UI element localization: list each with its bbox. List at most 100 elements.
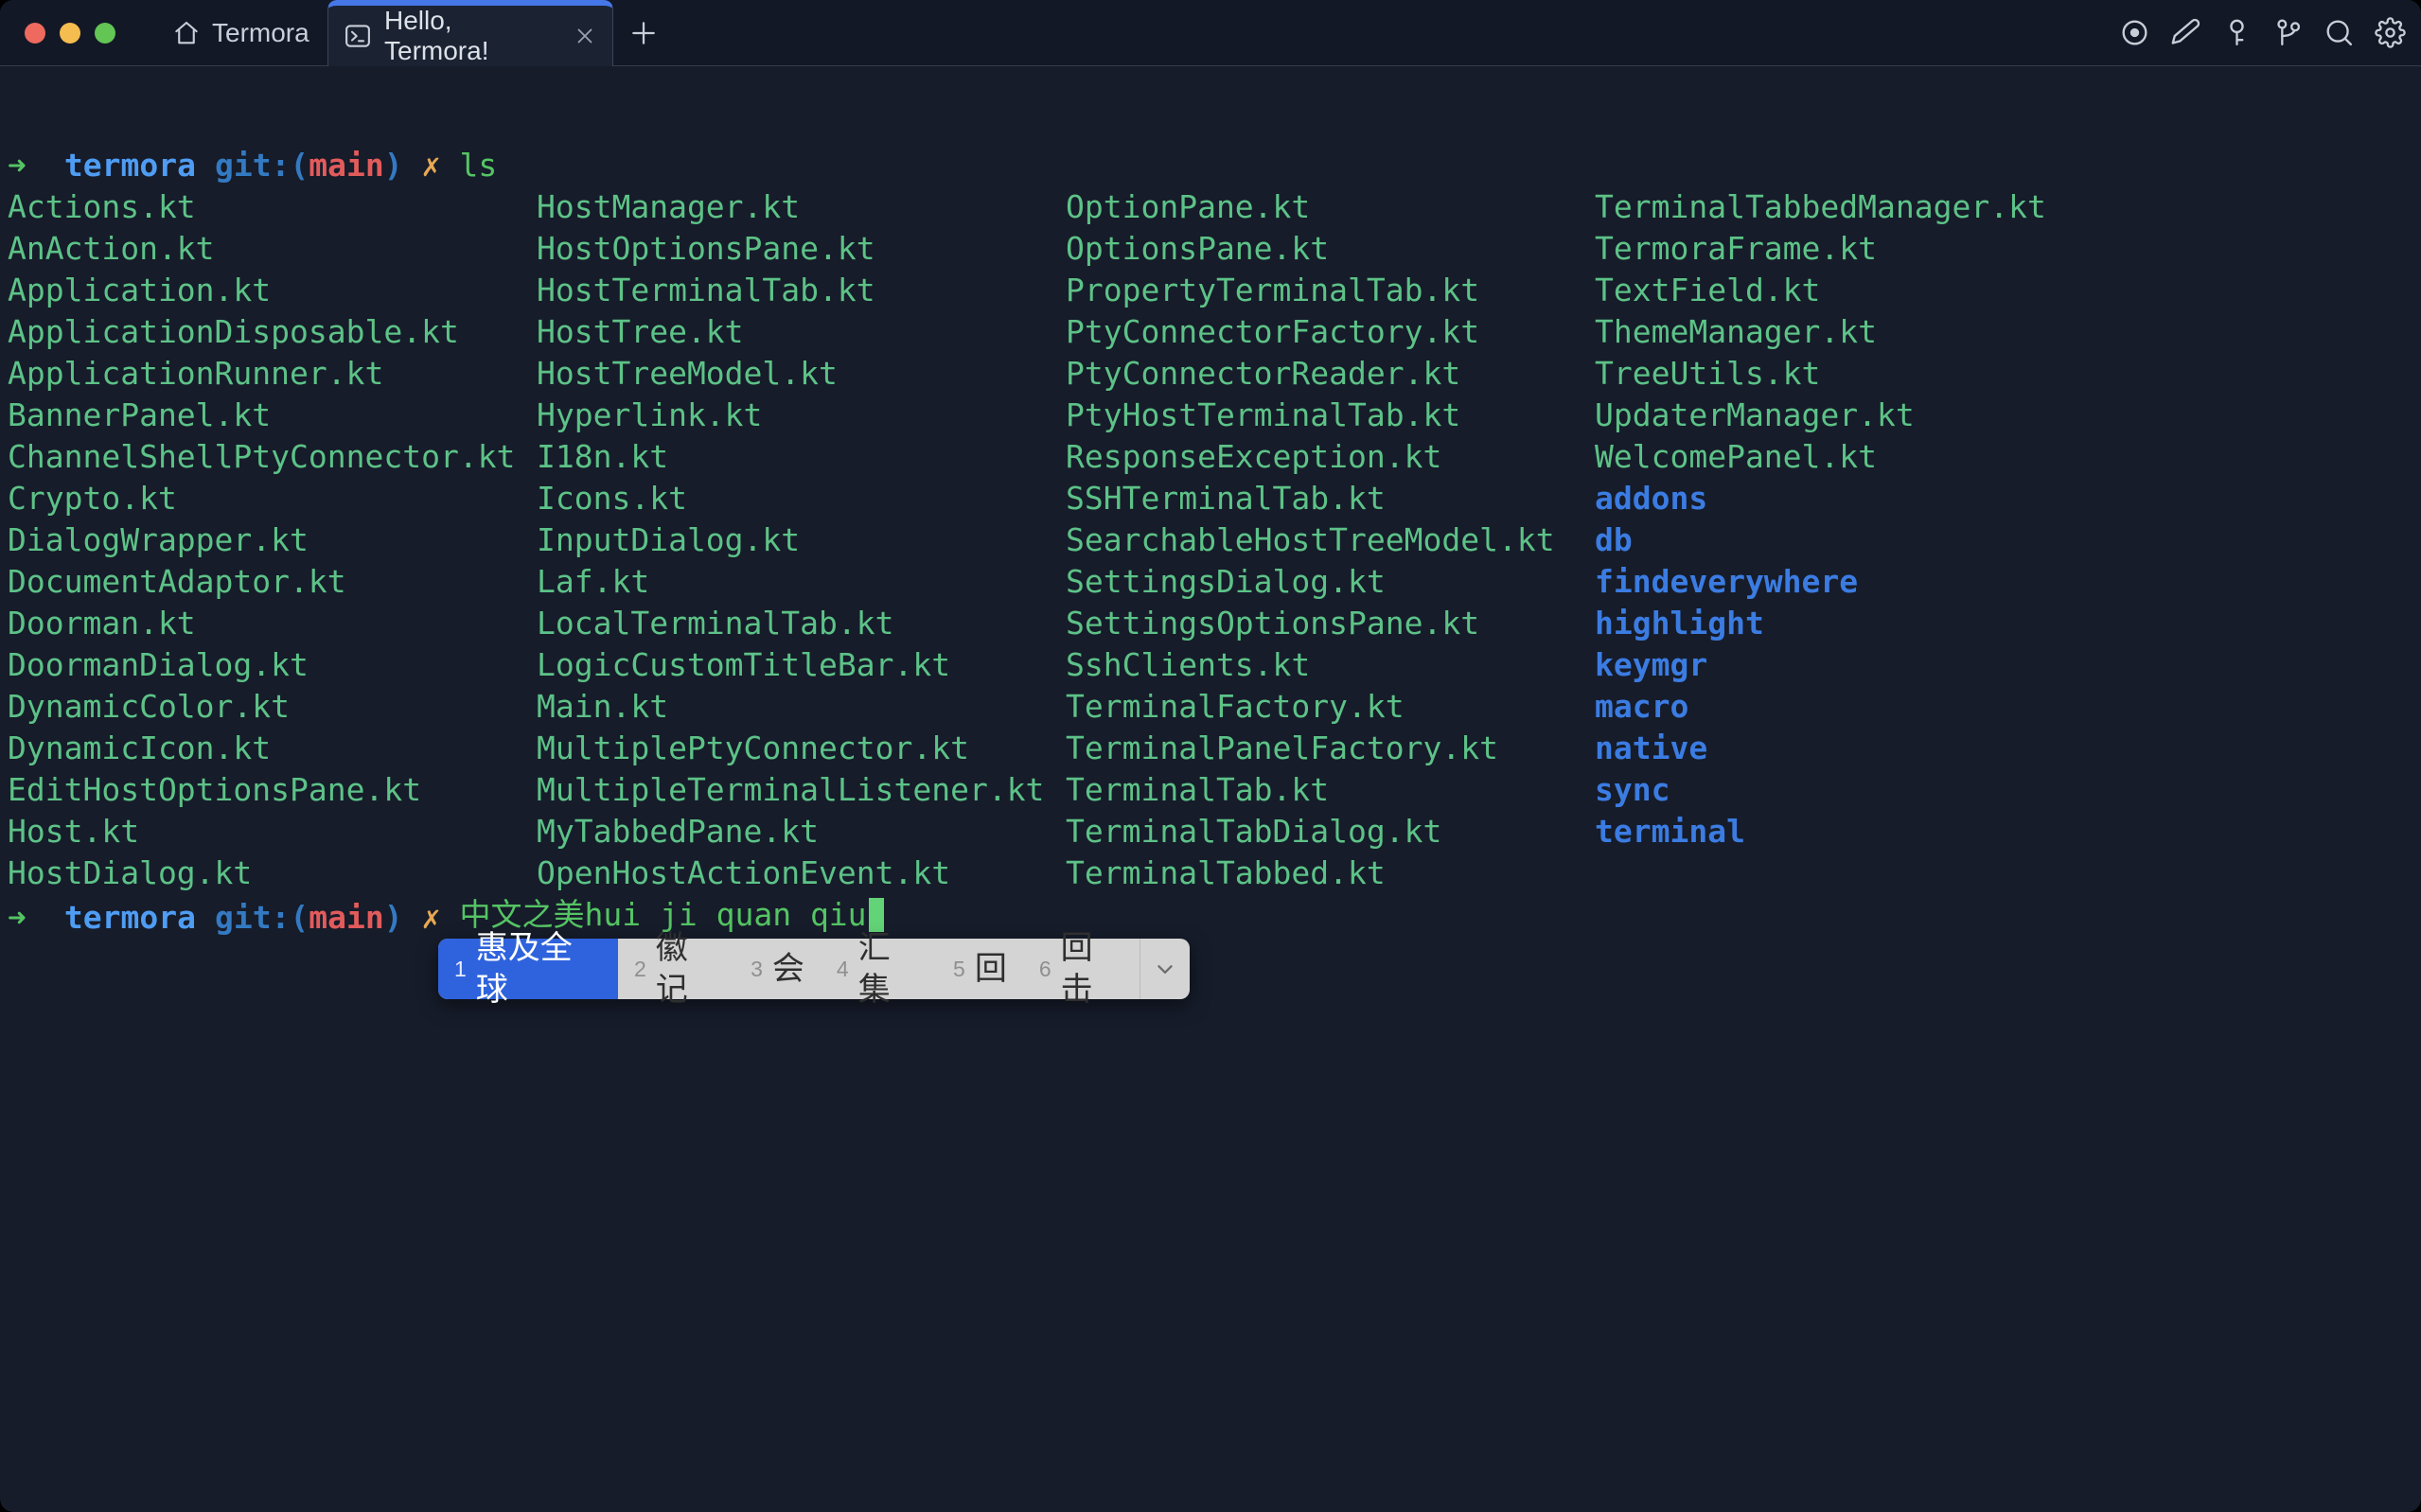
tab-close-button[interactable]: [573, 24, 597, 48]
tab-title: Hello, Termora!: [384, 6, 557, 66]
search-icon[interactable]: [2324, 17, 2355, 48]
home-tab[interactable]: Termora: [172, 0, 309, 65]
file-entry: HostTree.kt: [537, 311, 1066, 353]
file-entry: LogicCustomTitleBar.kt: [537, 644, 1066, 686]
app-tab-label: Termora: [212, 18, 309, 48]
file-entry: SettingsOptionsPane.kt: [1066, 603, 1595, 644]
file-entry: AnAction.kt: [8, 228, 537, 270]
file-entry: Main.kt: [537, 686, 1066, 728]
close-icon: [573, 24, 597, 48]
ime-candidate[interactable]: 1惠及全球: [438, 939, 618, 999]
chevron-down-icon: [1153, 957, 1177, 981]
pencil-icon[interactable]: [2170, 17, 2201, 48]
file-entry: TerminalTabDialog.kt: [1066, 811, 1595, 853]
file-entry: Actions.kt: [8, 186, 537, 228]
file-entry: PtyConnectorFactory.kt: [1066, 311, 1595, 353]
candidate-text: 回击: [1061, 927, 1123, 1011]
ls-column: Actions.ktAnAction.ktApplication.ktAppli…: [8, 186, 537, 894]
home-icon: [172, 19, 201, 47]
directory-entry: native: [1595, 728, 2124, 769]
file-entry: OptionPane.kt: [1066, 186, 1595, 228]
file-entry: ChannelShellPtyConnector.kt: [8, 436, 537, 478]
minimize-window-button[interactable]: [60, 23, 80, 44]
file-entry: DynamicColor.kt: [8, 686, 537, 728]
title-bar: Termora Hello, Termora!: [0, 0, 2421, 66]
file-entry: TreeUtils.kt: [1595, 353, 2124, 395]
directory-entry: terminal: [1595, 811, 2124, 853]
candidate-index: 4: [837, 948, 849, 990]
file-entry: Laf.kt: [537, 561, 1066, 603]
ime-candidate[interactable]: 2徽记: [618, 939, 734, 999]
file-entry: HostTreeModel.kt: [537, 353, 1066, 395]
prompt-dirty-flag: ✗: [422, 897, 441, 939]
candidate-index: 3: [751, 948, 763, 990]
ime-candidate[interactable]: 3会: [734, 939, 821, 999]
ime-candidate[interactable]: 5回: [937, 939, 1023, 999]
file-entry: HostManager.kt: [537, 186, 1066, 228]
ime-candidate[interactable]: 4汇集: [821, 939, 937, 999]
file-entry: WelcomePanel.kt: [1595, 436, 2124, 478]
file-entry: InputDialog.kt: [537, 519, 1066, 561]
file-entry: PtyConnectorReader.kt: [1066, 353, 1595, 395]
file-entry: BannerPanel.kt: [8, 395, 537, 436]
file-entry: SshClients.kt: [1066, 644, 1595, 686]
file-entry: DynamicIcon.kt: [8, 728, 537, 769]
file-entry: OpenHostActionEvent.kt: [537, 853, 1066, 894]
prompt-dirty-flag: ✗: [422, 145, 441, 186]
file-entry: TextField.kt: [1595, 270, 2124, 311]
prompt-directory: termora: [64, 145, 196, 186]
prompt-git-prefix: git:(: [215, 145, 309, 186]
candidate-index: 5: [953, 948, 965, 990]
file-entry: PropertyTerminalTab.kt: [1066, 270, 1595, 311]
file-entry: MyTabbedPane.kt: [537, 811, 1066, 853]
directory-entry: sync: [1595, 769, 2124, 811]
file-entry: TerminalPanelFactory.kt: [1066, 728, 1595, 769]
directory-entry: addons: [1595, 478, 2124, 519]
file-entry: TerminalFactory.kt: [1066, 686, 1595, 728]
directory-entry: keymgr: [1595, 644, 2124, 686]
file-entry: MultiplePtyConnector.kt: [537, 728, 1066, 769]
file-entry: LocalTerminalTab.kt: [537, 603, 1066, 644]
ls-output: Actions.ktAnAction.ktApplication.ktAppli…: [8, 186, 2124, 894]
file-entry: TermoraFrame.kt: [1595, 228, 2124, 270]
plus-icon: [628, 18, 659, 48]
candidate-index: 6: [1039, 948, 1051, 990]
terminal-tab-icon: [344, 22, 372, 50]
tab-hello-termora[interactable]: Hello, Termora!: [327, 0, 613, 66]
file-entry: SearchableHostTreeModel.kt: [1066, 519, 1595, 561]
ls-column: HostManager.ktHostOptionsPane.ktHostTerm…: [537, 186, 1066, 894]
key-icon[interactable]: [2221, 17, 2253, 48]
prompt-git-branch: main: [309, 897, 383, 939]
keychain-branch-icon[interactable]: [2272, 17, 2304, 48]
candidate-text: 惠及全球: [476, 927, 602, 1011]
file-entry: HostOptionsPane.kt: [537, 228, 1066, 270]
ime-candidate[interactable]: 6回击: [1023, 939, 1140, 999]
close-window-button[interactable]: [25, 23, 45, 44]
file-entry: PtyHostTerminalTab.kt: [1066, 395, 1595, 436]
file-entry: TerminalTabbed.kt: [1066, 853, 1595, 894]
file-entry: SSHTerminalTab.kt: [1066, 478, 1595, 519]
zoom-window-button[interactable]: [95, 23, 115, 44]
record-icon[interactable]: [2119, 17, 2150, 48]
directory-entry: macro: [1595, 686, 2124, 728]
candidate-index: 1: [454, 948, 467, 990]
ime-more-button[interactable]: [1140, 939, 1190, 999]
prompt-arrow: ➜: [8, 897, 27, 939]
directory-entry: db: [1595, 519, 2124, 561]
settings-gear-icon[interactable]: [2375, 17, 2406, 48]
file-entry: Host.kt: [8, 811, 537, 853]
toolbar: [2119, 0, 2406, 65]
file-entry: TerminalTab.kt: [1066, 769, 1595, 811]
file-entry: SettingsDialog.kt: [1066, 561, 1595, 603]
file-entry: DialogWrapper.kt: [8, 519, 537, 561]
command-text: ls: [460, 145, 498, 186]
file-entry: DoormanDialog.kt: [8, 644, 537, 686]
file-entry: MultipleTerminalListener.kt: [537, 769, 1066, 811]
file-entry: TerminalTabbedManager.kt: [1595, 186, 2124, 228]
new-tab-button[interactable]: [628, 0, 659, 65]
terminal-pane[interactable]: ➜ termora git:( main ) ✗ ls Actions.ktAn…: [0, 67, 2421, 1512]
prompt-line-input[interactable]: ➜ termora git:( main ) ✗ 中文之美hui ji quan…: [8, 894, 884, 941]
candidate-index: 2: [634, 948, 646, 990]
candidate-text: 汇集: [858, 927, 921, 1011]
prompt-git-prefix: git:(: [215, 897, 309, 939]
